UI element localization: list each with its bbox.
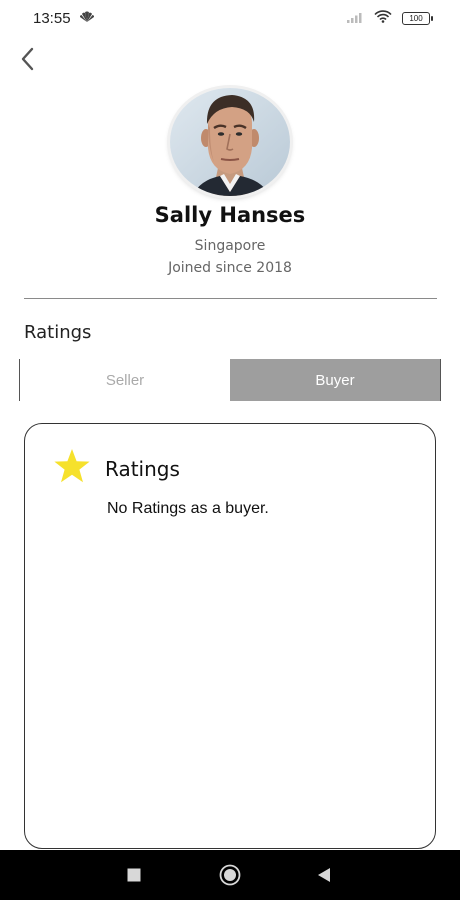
circle-icon: [219, 864, 241, 886]
back-nav-button[interactable]: [294, 850, 354, 900]
recents-button[interactable]: [104, 850, 164, 900]
status-bar: 13:55 100: [0, 0, 460, 36]
signal-icon: [346, 10, 364, 27]
tab-buyer-label: Buyer: [315, 371, 355, 389]
ratings-empty-message: No Ratings as a buyer.: [107, 500, 269, 517]
ratings-card-title: Ratings: [105, 457, 180, 481]
status-right: 100: [346, 9, 433, 27]
status-left: 13:55: [33, 10, 95, 27]
avatar: [170, 88, 290, 196]
ratings-tabs: Seller Buyer: [19, 359, 441, 401]
chevron-left-icon: [21, 47, 34, 71]
home-button[interactable]: [200, 850, 260, 900]
star-icon: [54, 449, 90, 483]
ratings-card: Ratings No Ratings as a buyer.: [24, 423, 436, 849]
wifi-icon: [374, 9, 392, 27]
triangle-back-icon: [318, 868, 330, 882]
profile-joined: Joined since 2018: [168, 260, 292, 276]
back-button[interactable]: [14, 46, 40, 72]
system-nav-bar: [0, 850, 460, 900]
nbc-peacock-icon: [79, 10, 95, 27]
tab-seller[interactable]: Seller: [19, 359, 230, 401]
square-icon: [127, 868, 141, 882]
ratings-section-title: Ratings: [24, 322, 92, 343]
profile-location: Singapore: [194, 238, 266, 254]
status-time: 13:55: [33, 9, 71, 27]
profile-name: Sally Hanses: [154, 203, 306, 227]
battery-level: 100: [409, 13, 423, 23]
tab-seller-label: Seller: [105, 371, 145, 389]
divider: [24, 298, 437, 299]
battery-icon: 100: [402, 11, 433, 25]
tab-buyer[interactable]: Buyer: [230, 359, 441, 401]
